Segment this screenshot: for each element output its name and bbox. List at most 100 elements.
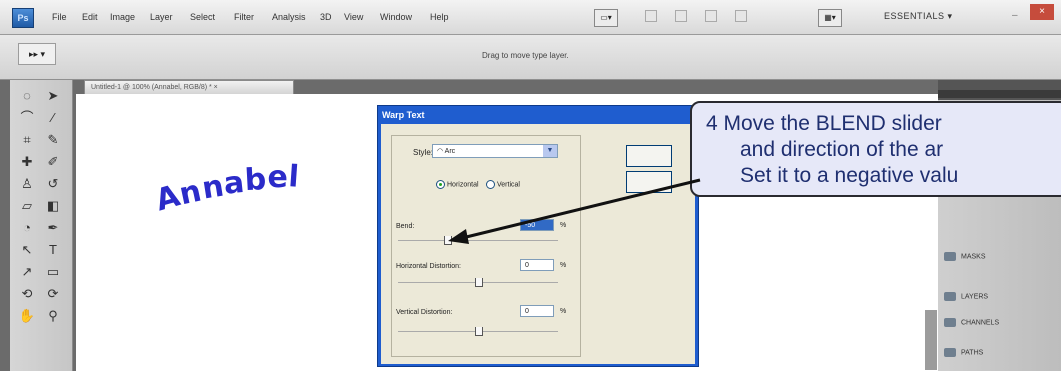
percent-sign: %: [560, 222, 567, 229]
pen-tool-icon[interactable]: ✒: [40, 218, 66, 238]
panel-header: [938, 90, 1061, 98]
square-icon[interactable]: [735, 10, 747, 22]
scrollbar[interactable]: [925, 310, 937, 370]
direct-selection-icon[interactable]: ↗: [14, 262, 40, 282]
cancel-button[interactable]: [626, 171, 672, 193]
magic-wand-icon[interactable]: ⁄: [40, 108, 66, 128]
menu-bar: Ps File Edit Image Layer Select Filter A…: [0, 0, 1061, 35]
gradient-tool-icon[interactable]: ◧: [40, 196, 66, 216]
menu-analysis[interactable]: Analysis: [272, 12, 306, 22]
crop-tool-icon[interactable]: ⌗: [14, 130, 40, 150]
screen-mode-icon[interactable]: ▭▾: [594, 9, 618, 27]
panel-item-label: LAYERS: [961, 293, 989, 301]
menu-layer[interactable]: Layer: [150, 12, 173, 22]
document-tab[interactable]: Untitled-1 @ 100% (Annabel, RGB/8) * ×: [84, 80, 294, 94]
shape-tool-icon[interactable]: ▭: [40, 262, 66, 282]
style-label: Style:: [413, 148, 434, 157]
options-bar: ▸▸ ▾ Drag to move type layer.: [0, 35, 1061, 80]
layers-icon: [944, 292, 956, 301]
arrange-documents-icon[interactable]: ▦▾: [818, 9, 842, 27]
percent-sign: %: [560, 262, 567, 269]
photoshop-logo[interactable]: Ps: [12, 8, 34, 28]
menu-image[interactable]: Image: [110, 12, 135, 22]
options-hint: Drag to move type layer.: [482, 51, 569, 60]
dodge-tool-icon[interactable]: ◔: [14, 218, 40, 238]
move-tool-icon[interactable]: ➤: [40, 86, 66, 106]
style-value: Arc: [444, 148, 456, 155]
tool-preset-picker[interactable]: ▸▸ ▾: [18, 43, 56, 65]
workspace-switcher[interactable]: ESSENTIALS ▾: [884, 11, 953, 22]
panel-item-label: MASKS: [961, 253, 986, 261]
menu-view[interactable]: View: [344, 12, 363, 22]
bend-slider-track[interactable]: [398, 240, 558, 241]
radio-icon: [486, 180, 495, 189]
3d-rotate-icon[interactable]: ⟲: [14, 284, 40, 304]
bend-input[interactable]: -50: [520, 219, 554, 231]
panel-item-channels[interactable]: CHANNELS: [944, 318, 999, 327]
menu-help[interactable]: Help: [430, 12, 449, 22]
text-glyph: b: [243, 161, 269, 199]
menu-filter[interactable]: Filter: [234, 12, 254, 22]
path-selection-icon[interactable]: ↖: [14, 240, 40, 260]
channels-icon: [944, 318, 956, 327]
horizontal-distortion-input[interactable]: 0: [520, 259, 554, 271]
chevron-down-icon[interactable]: ▼: [543, 145, 557, 157]
brush-tool-icon[interactable]: ✐: [40, 152, 66, 172]
vertical-distortion-input[interactable]: 0: [520, 305, 554, 317]
horizontal-distortion-slider-thumb[interactable]: [475, 278, 483, 287]
vertical-distortion-label: Vertical Distortion:: [396, 309, 453, 316]
callout-line-3: Set it to a negative valu: [740, 164, 959, 187]
menu-3d[interactable]: 3D: [320, 12, 332, 22]
eyedropper-icon[interactable]: ✎: [40, 130, 66, 150]
callout-line-2: and direction of the ar: [740, 138, 944, 161]
dialog-title: Warp Text: [382, 110, 425, 120]
text-glyph: a: [222, 164, 247, 202]
marquee-tool-icon[interactable]: ◌: [14, 86, 40, 106]
history-brush-icon[interactable]: ↺: [40, 174, 66, 194]
panel-item-layers[interactable]: LAYERS: [944, 292, 988, 301]
close-icon[interactable]: ×: [1030, 4, 1054, 20]
lasso-tool-icon[interactable]: ⌒: [14, 108, 40, 128]
panel-item-label: CHANNELS: [961, 319, 1000, 327]
minimize-icon[interactable]: –: [1012, 10, 1018, 21]
horizontal-radio[interactable]: Horizontal: [436, 180, 479, 189]
menu-file[interactable]: File: [52, 12, 67, 22]
healing-brush-icon[interactable]: ✚: [14, 152, 40, 172]
workspace-label: ESSENTIALS: [884, 11, 945, 21]
bend-slider-thumb[interactable]: [444, 236, 452, 245]
percent-sign: %: [560, 308, 567, 315]
paths-icon: [944, 348, 956, 357]
text-glyph: e: [267, 160, 289, 196]
zoom-tool-icon[interactable]: ⚲: [40, 306, 66, 326]
arrange-icons: [645, 10, 785, 24]
menu-edit[interactable]: Edit: [82, 12, 98, 22]
vertical-label: Vertical: [497, 181, 520, 189]
arc-style-icon: ◠: [437, 148, 445, 155]
horizontal-label: Horizontal: [447, 181, 479, 189]
eraser-tool-icon[interactable]: ▱: [14, 196, 40, 216]
panel-item-paths[interactable]: PATHS: [944, 348, 983, 357]
radio-selected-icon: [436, 180, 445, 189]
warp-options-group: [391, 135, 581, 357]
masks-icon: [944, 252, 956, 261]
vertical-distortion-slider-thumb[interactable]: [475, 327, 483, 336]
menu-select[interactable]: Select: [190, 12, 215, 22]
square-icon[interactable]: [675, 10, 687, 22]
panel-item-label: PATHS: [961, 349, 984, 357]
stamp-tool-icon[interactable]: ♙: [14, 174, 40, 194]
square-icon[interactable]: [705, 10, 717, 22]
vertical-radio[interactable]: Vertical: [486, 180, 520, 189]
callout-line-1: 4 Move the BLEND slider: [706, 112, 942, 135]
horizontal-distortion-label: Horizontal Distortion:: [396, 263, 461, 270]
toolbox: ◌ ➤ ⌒ ⁄ ⌗ ✎ ✚ ✐ ♙ ↺ ▱ ◧ ◔ ✒ ↖ T ↗ ▭ ⟲ ⟳ …: [10, 80, 73, 371]
bend-label: Bend:: [396, 223, 415, 230]
text-glyph: l: [287, 159, 302, 195]
style-select[interactable]: ◠ Arc ▼: [432, 144, 558, 158]
type-tool-icon[interactable]: T: [40, 240, 66, 260]
3d-orbit-icon[interactable]: ⟳: [40, 284, 66, 304]
ok-button[interactable]: [626, 145, 672, 167]
square-icon[interactable]: [645, 10, 657, 22]
hand-tool-icon[interactable]: ✋: [14, 306, 40, 326]
menu-window[interactable]: Window: [380, 12, 412, 22]
panel-item-masks[interactable]: MASKS: [944, 252, 986, 261]
